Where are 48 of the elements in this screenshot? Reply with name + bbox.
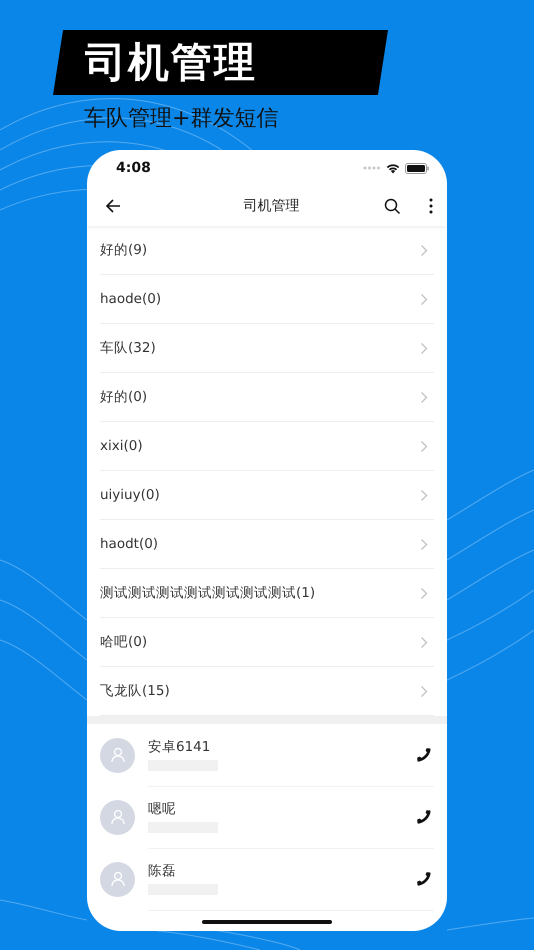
- avatar-icon: [100, 738, 135, 772]
- nav-title: 司机管理: [242, 197, 300, 215]
- search-button[interactable]: [384, 198, 401, 214]
- contact-name: 嗯呢: [148, 800, 177, 818]
- contact-name: 安卓6141: [148, 738, 212, 756]
- group-name: 好的(9): [100, 241, 148, 259]
- group-name: xixi(0): [100, 438, 143, 454]
- avatar-icon: [100, 800, 135, 834]
- group-name: 车队(32): [100, 339, 156, 357]
- avatar-icon: [100, 862, 135, 896]
- phone-icon[interactable]: [416, 808, 432, 824]
- group-list-item[interactable]: 车队(32): [100, 324, 434, 373]
- group-name: haode(0): [100, 291, 162, 307]
- chevron-right-icon: [420, 636, 428, 648]
- back-button[interactable]: [105, 198, 121, 214]
- phone-icon[interactable]: [416, 870, 432, 886]
- group-list-item[interactable]: 好的(0): [100, 373, 434, 422]
- more-button[interactable]: [429, 198, 433, 214]
- contact-name: 陈磊: [148, 862, 177, 880]
- group-list-item[interactable]: 哈吧(0): [100, 618, 434, 667]
- chevron-right-icon: [420, 586, 428, 600]
- group-name: 测试测试测试测试测试测试测试(1): [100, 584, 316, 602]
- wifi-icon: [386, 162, 400, 174]
- chevron-right-icon: [420, 684, 428, 698]
- chevron-right-icon: [420, 538, 428, 550]
- chevron-right-icon: [420, 342, 428, 354]
- battery-icon: [405, 162, 429, 174]
- group-list-item[interactable]: haodt(0): [100, 520, 434, 569]
- group-name: 哈吧(0): [100, 633, 148, 651]
- group-list-item[interactable]: uiyiuy(0): [100, 471, 434, 520]
- group-name: uiyiuy(0): [100, 487, 160, 503]
- phone-icon[interactable]: [416, 746, 432, 762]
- chevron-right-icon: [420, 440, 428, 452]
- group-name: 好的(0): [100, 388, 148, 406]
- chevron-right-icon: [420, 488, 428, 502]
- group-list-item[interactable]: haode(0): [100, 275, 434, 324]
- signal-icon: [363, 166, 381, 170]
- group-list-item[interactable]: xixi(0): [100, 422, 434, 471]
- group-name: haodt(0): [100, 536, 158, 552]
- chevron-right-icon: [420, 244, 428, 256]
- chevron-right-icon: [420, 390, 428, 404]
- subtitle: 车队管理+群发短信: [84, 105, 278, 133]
- group-list-item[interactable]: 测试测试测试测试测试测试测试(1): [100, 569, 434, 618]
- group-name: 飞龙队(15): [100, 682, 170, 700]
- headline: 司机管理: [85, 37, 257, 88]
- chevron-right-icon: [420, 292, 428, 306]
- group-list-item[interactable]: 好的(9): [100, 226, 434, 275]
- status-time: 4:08: [116, 160, 151, 176]
